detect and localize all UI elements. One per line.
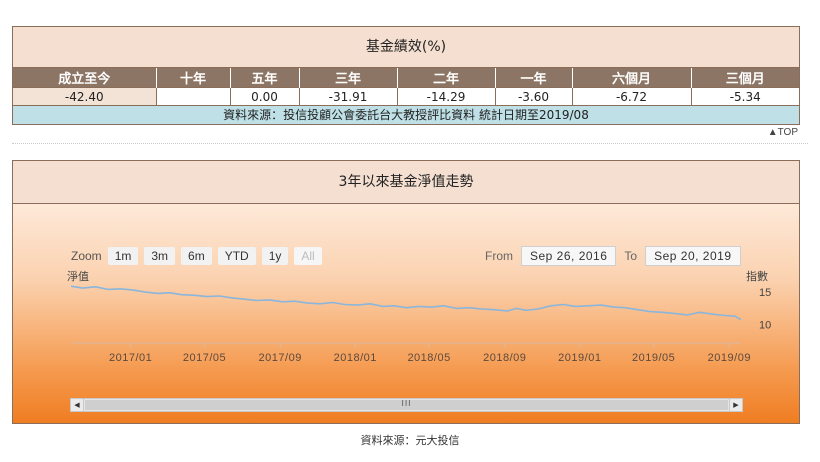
value-5-years: 0.00 (230, 87, 300, 105)
nav-series-line (70, 285, 742, 321)
x-tick-label: 2018/05 (407, 352, 450, 364)
value-10-years (156, 87, 231, 105)
scroll-thumb[interactable]: III (85, 399, 728, 410)
value-6-months: -6.72 (572, 87, 692, 105)
performance-table: 成立至今 十年 五年 三年 二年 一年 六個月 三個月 -42.40 0.00 … (13, 68, 799, 105)
x-tick-label: 2018/09 (483, 352, 526, 364)
performance-source-note: 資料來源：投信投顧公會委託台大教授評比資料 統計日期至2019/08 (13, 105, 799, 124)
value-3-years: -31.91 (299, 87, 398, 105)
performance-header-row: 成立至今 十年 五年 三年 二年 一年 六個月 三個月 (13, 68, 799, 88)
x-tick-label: 2017/09 (259, 352, 302, 364)
performance-title: 基金績效(%) (13, 27, 799, 68)
footer-source-note: 資料來源：元大投信 (360, 434, 460, 447)
x-tick-label: 2019/01 (558, 352, 601, 364)
performance-panel: 基金績效(%) 成立至今 十年 五年 三年 二年 一年 六個月 三個月 -42.… (12, 26, 800, 125)
x-tick-label: 2019/05 (632, 352, 675, 364)
header-6-months: 六個月 (572, 68, 692, 88)
value-since-inception: -42.40 (13, 87, 157, 105)
back-to-top-link[interactable]: ▲TOP (768, 127, 798, 138)
navigator-scrollbar[interactable]: ◀ III ▶ (70, 398, 743, 412)
x-tick-label: 2017/05 (183, 352, 226, 364)
x-tick-label: 2017/01 (109, 352, 152, 364)
value-2-years: -14.29 (397, 87, 496, 105)
scroll-left-arrow-icon[interactable]: ◀ (71, 399, 84, 411)
scroll-right-arrow-icon[interactable]: ▶ (729, 399, 742, 411)
x-tick-label: 2019/09 (708, 352, 751, 364)
y-tick-label: 15 (759, 287, 771, 299)
header-3-years: 三年 (299, 68, 398, 88)
value-1-year: -3.60 (495, 87, 573, 105)
y-tick-label: 10 (759, 320, 771, 332)
x-tick-label: 2018/01 (334, 352, 377, 364)
header-5-years: 五年 (230, 68, 300, 88)
header-since-inception: 成立至今 (13, 68, 157, 88)
nav-line-chart: 2017/01 2017/05 2017/09 2018/01 2018/05 2018/… (70, 285, 771, 364)
scroll-grip-icon: III (401, 399, 412, 408)
nav-chart-panel: 3年以來基金淨值走勢 Zoom 1m 3m 6m YTD 1y All From… (12, 160, 800, 424)
header-2-years: 二年 (397, 68, 496, 88)
value-3-months: -5.34 (691, 87, 799, 105)
section-divider (12, 143, 808, 144)
performance-value-row: -42.40 0.00 -31.91 -14.29 -3.60 -6.72 -5… (13, 87, 799, 105)
header-10-years: 十年 (156, 68, 231, 88)
header-1-year: 一年 (495, 68, 573, 88)
header-3-months: 三個月 (691, 68, 799, 88)
